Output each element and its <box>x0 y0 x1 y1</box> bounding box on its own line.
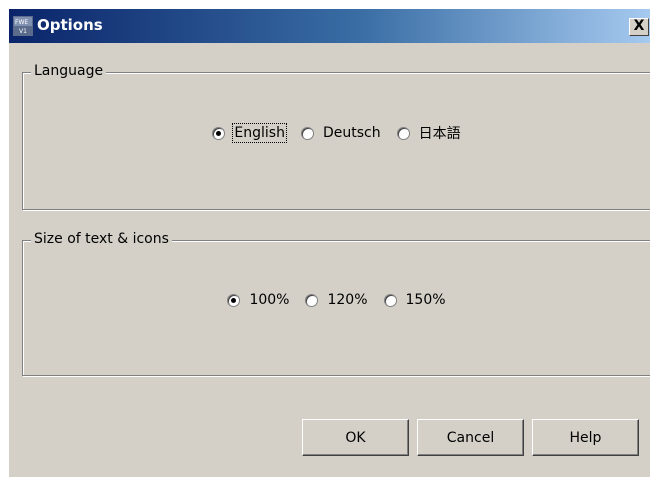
radio-label-deutsch: Deutsch <box>322 125 381 141</box>
size-group-label: Size of text & icons <box>31 231 172 247</box>
radio-label-english: English <box>232 123 287 143</box>
cancel-button-label: Cancel <box>446 429 495 446</box>
radio-100[interactable]: 100% <box>227 292 289 308</box>
close-button[interactable]: X <box>629 18 649 36</box>
title-bar[interactable]: FWE V1 Options X <box>9 9 650 43</box>
help-button-label: Help <box>569 429 602 446</box>
cancel-button[interactable]: Cancel <box>417 419 524 456</box>
options-dialog: FWE V1 Options X Language English Deutsc… <box>8 8 650 477</box>
language-radio-row: English Deutsch 日本語 <box>23 123 650 143</box>
radio-label-japanese: 日本語 <box>418 126 461 142</box>
radio-deutsch[interactable]: Deutsch <box>300 125 381 141</box>
window-title: Options <box>37 16 103 34</box>
radio-button[interactable] <box>300 126 314 140</box>
language-group-label: Language <box>31 63 107 79</box>
radio-label-100: 100% <box>249 292 290 308</box>
radio-button[interactable] <box>227 293 241 307</box>
ok-button-label: OK <box>345 429 366 446</box>
size-radio-row: 100% 120% 150% <box>23 292 650 308</box>
radio-english[interactable]: English <box>212 123 287 143</box>
radio-button[interactable] <box>212 126 226 140</box>
svg-text:V1: V1 <box>19 28 27 35</box>
radio-japanese[interactable]: 日本語 <box>396 123 461 143</box>
radio-button[interactable] <box>383 293 397 307</box>
language-groupbox: Language English Deutsch 日本語 <box>22 63 650 210</box>
help-button[interactable]: Help <box>532 419 639 456</box>
svg-text:FWE: FWE <box>15 19 28 26</box>
ok-button[interactable]: OK <box>302 419 409 456</box>
radio-label-150: 150% <box>405 292 446 308</box>
radio-150[interactable]: 150% <box>383 292 446 308</box>
app-icon: FWE V1 <box>13 16 33 36</box>
radio-120[interactable]: 120% <box>305 292 368 308</box>
radio-label-120: 120% <box>327 292 368 308</box>
radio-button[interactable] <box>396 126 410 140</box>
radio-button[interactable] <box>305 293 319 307</box>
size-groupbox: Size of text & icons 100% 120% 150% <box>22 231 650 376</box>
close-icon: X <box>633 18 645 34</box>
